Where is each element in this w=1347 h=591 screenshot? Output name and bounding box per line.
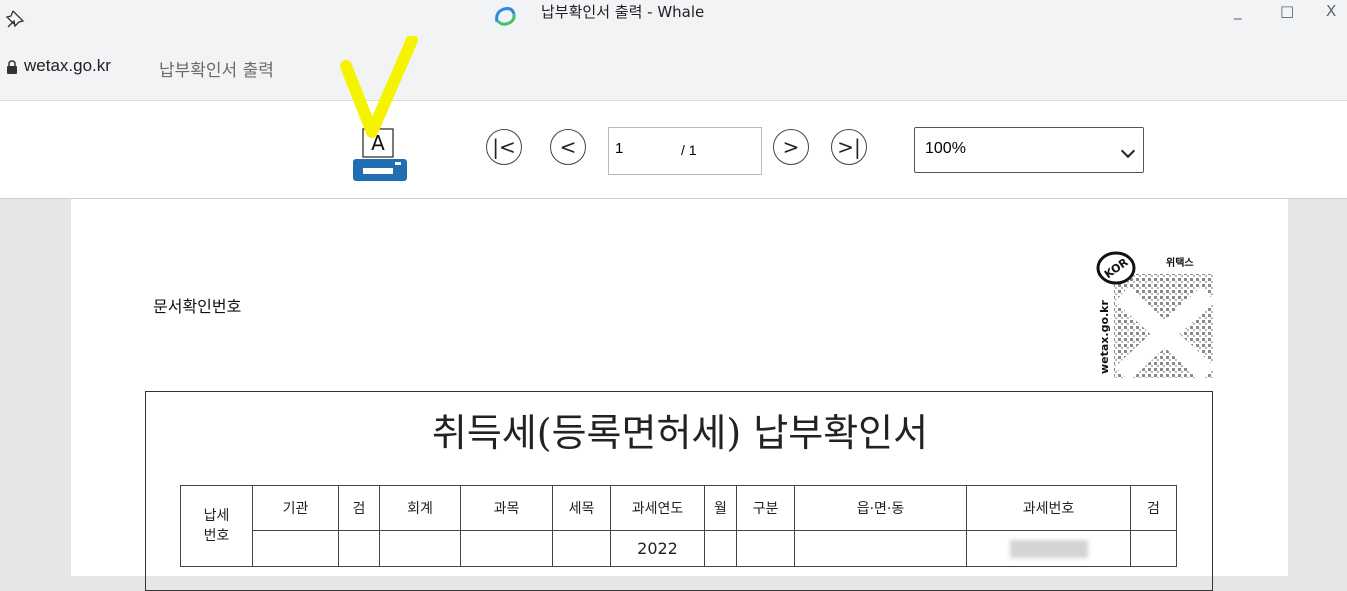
- chevron-down-icon: [1120, 143, 1136, 159]
- column-header: 읍·면·동: [794, 485, 967, 531]
- document-title: 취득세(등록면허세) 납부확인서: [431, 411, 929, 455]
- tax-number-table: 납세 번호 기관 검 회계 과목 세목 과세연도 월 구분 읍·면·동 과세번호…: [180, 485, 1177, 567]
- tax-number-cell: [966, 530, 1131, 567]
- table-cell: [338, 530, 380, 567]
- whale-logo-icon: [495, 7, 516, 26]
- prev-page-button[interactable]: <: [550, 129, 586, 165]
- minimize-button[interactable]: _: [1234, 2, 1242, 20]
- document-number-label: 문서확인번호: [153, 297, 242, 316]
- last-page-button[interactable]: >|: [831, 129, 867, 165]
- zoom-value: 100%: [925, 140, 966, 157]
- page-input-box: / 1: [608, 127, 762, 175]
- window-titlebar: 납부확인서 출력 - Whale _ □ X: [0, 0, 1347, 40]
- column-header: 과세번호: [966, 485, 1131, 531]
- table-cell: [552, 530, 611, 567]
- table-cell: [736, 530, 795, 567]
- tax-year-cell: 2022: [610, 530, 705, 567]
- table-cell: [252, 530, 339, 567]
- column-header: 월: [704, 485, 737, 531]
- stamp-text: 위택스: [1166, 256, 1194, 269]
- column-header: 검: [1130, 485, 1177, 531]
- annotation-checkmark: [340, 36, 418, 138]
- pin-icon[interactable]: [4, 8, 26, 30]
- lock-icon[interactable]: [6, 60, 18, 74]
- maximize-button[interactable]: □: [1280, 2, 1294, 20]
- column-header: 구분: [736, 485, 795, 531]
- next-page-button[interactable]: >: [773, 129, 809, 165]
- column-header: 과세연도: [610, 485, 705, 531]
- column-header: 세목: [552, 485, 611, 531]
- table-cell: [704, 530, 737, 567]
- row-header: 납세 번호: [180, 485, 253, 567]
- stamp-site: wetax.go.kr: [1098, 299, 1111, 374]
- column-header: 과목: [460, 485, 553, 531]
- column-header: 검: [338, 485, 380, 531]
- window-title: 납부확인서 출력 - Whale: [541, 3, 705, 21]
- first-page-button[interactable]: |<: [486, 129, 522, 165]
- wetax-stamp: KOR 위택스 wetax.go.kr: [1096, 251, 1215, 380]
- table-cell: [794, 530, 967, 567]
- page-path-label: 납부확인서 출력: [159, 61, 274, 81]
- url-domain[interactable]: wetax.go.kr: [24, 56, 111, 76]
- close-window-button[interactable]: X: [1326, 2, 1336, 20]
- page-total: / 1: [681, 142, 697, 158]
- table-cell: [379, 530, 461, 567]
- column-header: 회계: [379, 485, 461, 531]
- zoom-select[interactable]: 100%: [914, 127, 1144, 173]
- page-number-input[interactable]: [615, 140, 669, 157]
- table-cell: [460, 530, 553, 567]
- table-cell: [1130, 530, 1177, 567]
- redacted-value: [1009, 539, 1088, 558]
- column-header: 기관: [252, 485, 339, 531]
